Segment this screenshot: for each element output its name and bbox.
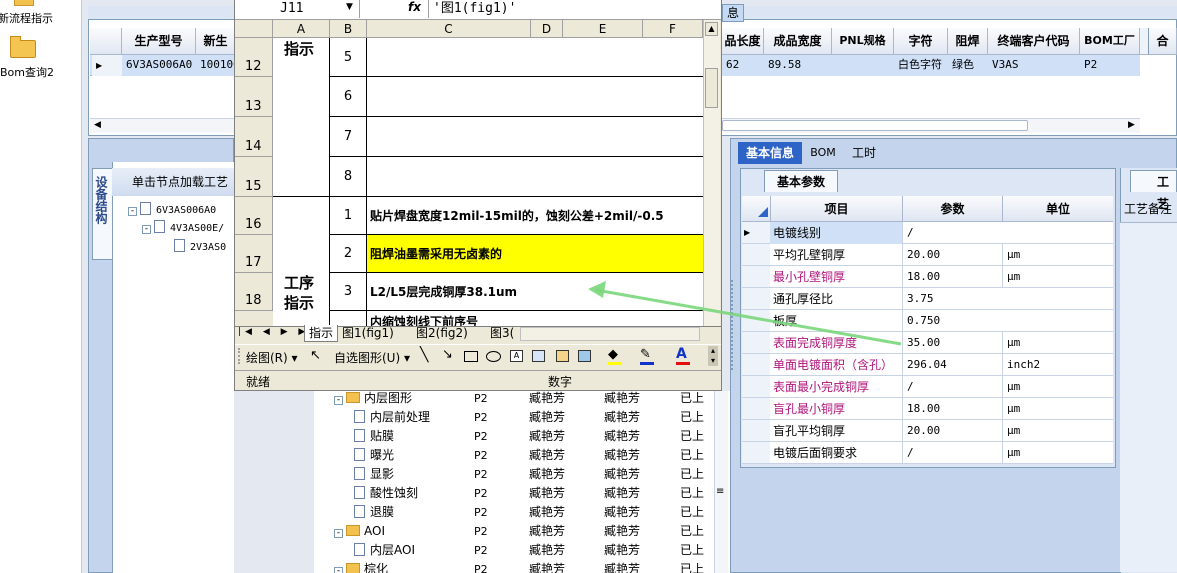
- annotation-arrow: [588, 281, 902, 346]
